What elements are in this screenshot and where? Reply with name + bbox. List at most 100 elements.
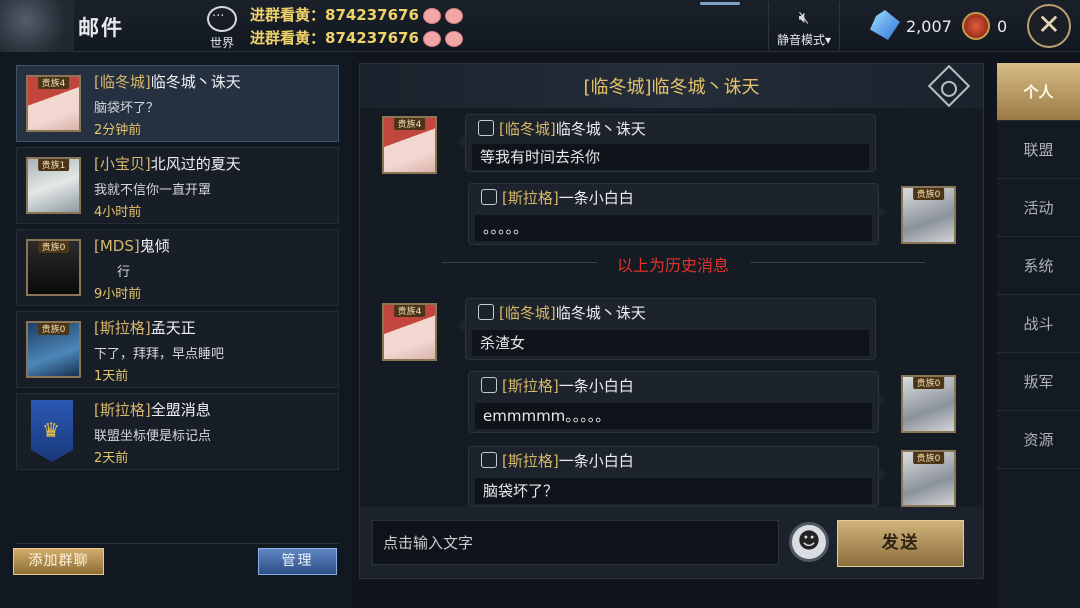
noble-badge: 贵族0 <box>37 241 70 253</box>
chat-input[interactable] <box>372 520 779 565</box>
message-text: 杀渣女 <box>472 330 869 356</box>
mute-mode-button[interactable]: 🔇︎ 静音模式▾ <box>768 2 840 50</box>
message-time: 2天前 <box>94 451 129 466</box>
coin-icon <box>962 12 990 40</box>
noble-badge: 贵族4 <box>393 118 426 130</box>
message-time: 9小时前 <box>94 287 142 302</box>
alliance-tag: [斯拉格] <box>94 401 151 419</box>
message-bubble: [临冬城]临冬城丶诛天 等我有时间去杀你 <box>457 114 876 172</box>
tab-alliance[interactable]: 联盟 <box>997 121 1080 179</box>
noble-badge: 贵族4 <box>393 305 426 317</box>
sender-name: 一条小白白 <box>558 189 634 207</box>
tab-rebels[interactable]: 叛军 <box>997 353 1080 411</box>
alliance-tag: [斯拉格] <box>502 189 559 207</box>
message-bubble: [斯拉格]一条小白白 脑袋坏了？ <box>468 446 887 507</box>
sender-name: 临冬城丶诛天 <box>555 120 646 138</box>
rank-icon <box>478 304 494 320</box>
speaker-muted-icon: 🔇︎ <box>798 8 810 28</box>
player-name: 临冬城丶诛天 <box>150 73 241 91</box>
avatar[interactable]: 贵族0 <box>901 450 956 507</box>
avatar[interactable]: 贵族4 <box>382 303 437 361</box>
alliance-tag: [临冬城] <box>94 73 151 91</box>
tab-personal[interactable]: 个人 <box>997 63 1080 121</box>
emoji-icon <box>422 30 441 47</box>
tab-battle[interactable]: 战斗 <box>997 295 1080 353</box>
send-button[interactable]: 发送 <box>837 520 964 567</box>
chat-title: [临冬城]临冬城丶诛天 <box>583 77 760 98</box>
avatar[interactable]: 贵族4 <box>382 116 437 174</box>
message-bubble: [斯拉格]一条小白白 。。。。。 <box>468 183 887 245</box>
conversation-item[interactable]: 贵族0 [斯拉格]孟天正 下了，拜拜，早点睡吧 1天前 <box>16 311 339 388</box>
avatar: 贵族1 <box>26 157 81 214</box>
message-bubble: [斯拉格]一条小白白 emmmmm。。。。。 <box>468 371 887 433</box>
player-name: 孟天正 <box>150 319 196 337</box>
avatar: 贵族0 <box>26 321 81 378</box>
conversation-item[interactable]: 贵族0 [MDS]鬼倾 行 9小时前 <box>16 229 339 306</box>
rank-icon <box>481 452 497 468</box>
world-chat-button[interactable]: 世界 <box>204 6 240 50</box>
smiley-icon: ☻ <box>797 529 821 554</box>
conversation-item[interactable]: 贵族1 [小宝贝]北风过的夏天 我就不信你一直开罩 4小时前 <box>16 147 339 224</box>
coin-count: 0 <box>997 17 1008 36</box>
rank-icon <box>481 377 497 393</box>
emoji-button[interactable]: ☻ <box>789 522 829 562</box>
conversation-item[interactable]: 贵族4 [临冬城]临冬城丶诛天 脑袋坏了？ 2分钟前 <box>16 65 339 142</box>
dropdown-arrow-icon: ▾ <box>824 33 832 47</box>
tab-resources[interactable]: 资源 <box>997 411 1080 469</box>
world-label: 世界 <box>209 36 234 50</box>
rank-icon <box>478 120 494 136</box>
alliance-tag: [MDS] <box>94 237 140 255</box>
divider <box>16 543 339 544</box>
message-time: 1天前 <box>94 369 129 384</box>
mail-category-tabs: 个人 联盟 活动 系统 战斗 叛军 资源 <box>997 63 1080 608</box>
noble-badge: 贵族0 <box>912 452 945 464</box>
player-name: 北风过的夏天 <box>150 155 241 173</box>
tab-system[interactable]: 系统 <box>997 237 1080 295</box>
alliance-tag: [斯拉格] <box>502 377 559 395</box>
emoji-icon <box>422 7 441 24</box>
noble-badge: 贵族0 <box>912 377 945 389</box>
avatar[interactable]: 贵族0 <box>901 186 956 244</box>
broadcast-line: 进群看黄：874237676 <box>250 27 463 48</box>
message-time: 2分钟前 <box>94 123 142 138</box>
message-text: 等我有时间去杀你 <box>472 144 869 170</box>
emoji-icon <box>444 30 463 47</box>
player-name: 鬼倾 <box>139 237 170 255</box>
mail-emblem-icon <box>0 0 74 52</box>
divider <box>750 262 925 263</box>
message-text: 脑袋坏了？ <box>475 478 872 504</box>
last-message: 脑袋坏了？ <box>94 101 160 116</box>
add-group-chat-button[interactable]: 添加群聊 <box>13 548 104 575</box>
chat-bubble-icon <box>207 6 237 32</box>
history-divider-label: 以上为历史消息 <box>616 256 729 275</box>
message-bubble: [临冬城]临冬城丶诛天 杀渣女 <box>457 298 876 360</box>
sender-name: 一条小白白 <box>558 377 634 395</box>
noble-badge: 贵族4 <box>37 77 70 89</box>
sender-name: 一条小白白 <box>558 452 634 470</box>
tab-events[interactable]: 活动 <box>997 179 1080 237</box>
noble-badge: 贵族0 <box>37 323 70 335</box>
rank-icon <box>481 189 497 205</box>
manage-button[interactable]: 管理 <box>258 548 337 575</box>
last-message: 我就不信你一直开罩 <box>94 183 212 198</box>
alliance-tag: [斯拉格] <box>502 452 559 470</box>
last-message: 行 <box>117 265 131 280</box>
crystal-count: 2,007 <box>906 17 952 36</box>
last-message: 下了，拜拜，早点睡吧 <box>94 347 225 362</box>
message-text: 。。。。。 <box>475 215 872 241</box>
conversation-item[interactable]: [斯拉格]全盟消息 联盟坐标便是标记点 2天前 <box>16 393 339 470</box>
player-name: 全盟消息 <box>150 401 211 419</box>
mute-mode-label: 静音模式 <box>776 33 825 47</box>
message-text: emmmmm。。。。。 <box>475 403 872 429</box>
alliance-tag: [小宝贝] <box>94 155 151 173</box>
alliance-tag: [斯拉格] <box>94 319 151 337</box>
close-button[interactable]: ✕ <box>1027 4 1071 48</box>
alliance-tag: [临冬城] <box>499 120 556 138</box>
avatar: 贵族0 <box>26 239 81 296</box>
alliance-banner-icon <box>31 400 73 462</box>
noble-badge: 贵族0 <box>912 188 945 200</box>
avatar[interactable]: 贵族0 <box>901 375 956 433</box>
emoji-icon <box>444 7 463 24</box>
broadcast-line: 进群看黄：874237676 <box>250 4 463 25</box>
last-message: 联盟坐标便是标记点 <box>94 429 212 444</box>
